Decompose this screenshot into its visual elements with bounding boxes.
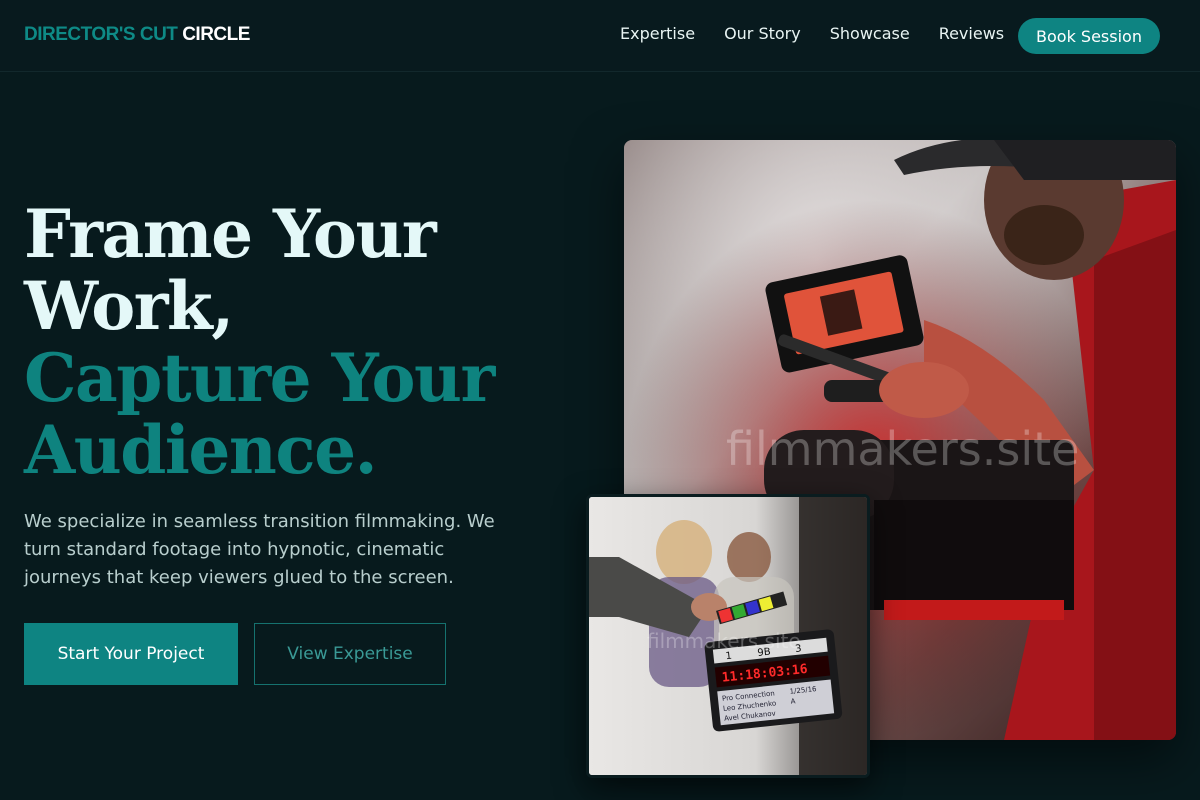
headline-line-3: Capture Your: [24, 339, 495, 417]
site-header: DIRECTOR'S CUT CIRCLE Expertise Our Stor…: [0, 0, 1200, 72]
headline-line-1: Frame Your: [24, 195, 437, 273]
hero-secondary-photo: 1 9B 3 11:18:03:16 Pro Connection 1/25/1…: [586, 494, 870, 778]
brand-logo[interactable]: DIRECTOR'S CUT CIRCLE: [24, 24, 250, 46]
headline-line-4: Audience.: [24, 411, 378, 489]
start-project-button[interactable]: Start Your Project: [24, 623, 238, 685]
brand-name-primary: DIRECTOR'S CUT: [24, 24, 178, 45]
hero-description: We specialize in seamless transition fil…: [24, 511, 495, 588]
view-expertise-button[interactable]: View Expertise: [254, 623, 446, 685]
main-nav: Expertise Our Story Showcase Reviews: [620, 24, 1033, 43]
nav-link-showcase[interactable]: Showcase: [830, 24, 910, 43]
nav-link-our-story[interactable]: Our Story: [724, 24, 801, 43]
nav-link-expertise[interactable]: Expertise: [620, 24, 695, 43]
main-photo-watermark: filmmakers.site: [726, 422, 1080, 476]
book-session-button[interactable]: Book Session: [1018, 18, 1160, 54]
headline-line-2: Work,: [24, 267, 234, 345]
secondary-photo-watermark: filmmakers.site: [647, 629, 801, 653]
brand-name-secondary: CIRCLE: [182, 24, 250, 45]
nav-link-reviews[interactable]: Reviews: [939, 24, 1004, 43]
hero-headline: Frame Your Work, Capture Your Audience.: [24, 198, 584, 486]
